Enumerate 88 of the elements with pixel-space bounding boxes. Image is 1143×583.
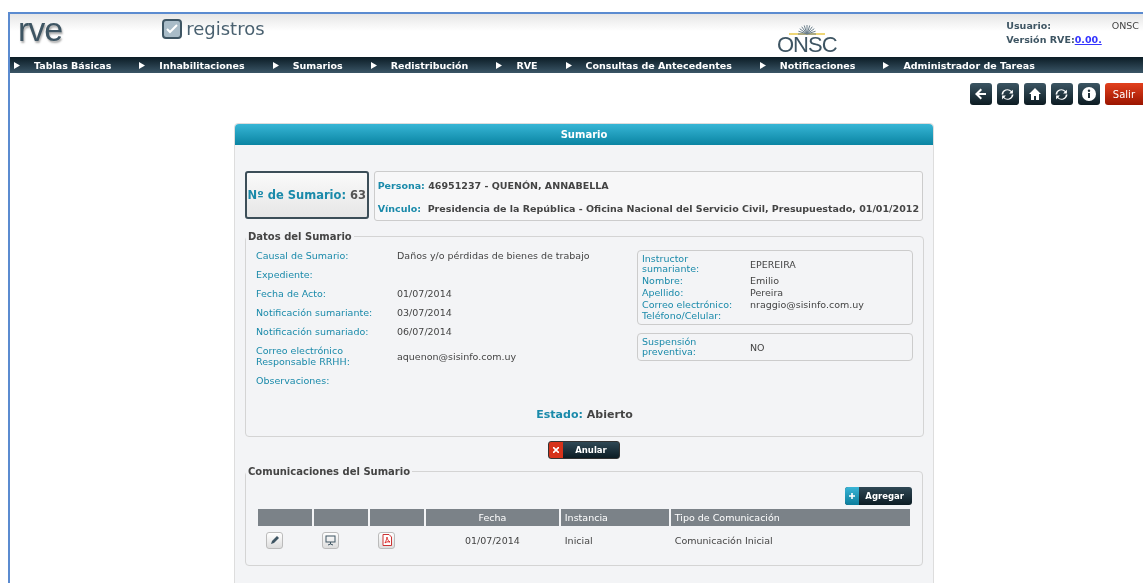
toolbar-button[interactable] xyxy=(1050,83,1073,105)
field-label: Suspensión preventiva: xyxy=(642,337,698,357)
menu-item[interactable]: Administrador de Tareas xyxy=(903,59,1035,71)
close-icon xyxy=(553,447,560,453)
plus-icon xyxy=(849,493,856,499)
menu-item[interactable]: RVE xyxy=(516,59,538,71)
field-value: 01/07/2014 xyxy=(397,288,453,299)
pdf-button[interactable] xyxy=(378,531,395,549)
toolbar-button[interactable] xyxy=(969,83,992,105)
column-header xyxy=(314,509,368,526)
play-icon xyxy=(759,61,766,69)
menu-item[interactable]: Redistribución xyxy=(390,59,469,71)
toolbar-button[interactable] xyxy=(996,83,1019,105)
field-label: Nombre: xyxy=(642,275,684,286)
toolbar-button[interactable] xyxy=(1077,83,1100,105)
user-label: Usuario: xyxy=(1006,20,1053,31)
play-icon xyxy=(496,61,503,69)
menu-item[interactable]: Sumarios xyxy=(292,59,343,71)
table-cell-text: 01/07/2014 xyxy=(464,533,521,548)
cancel-button[interactable]: Anular xyxy=(548,441,620,459)
section-title: Comunicaciones del Sumario xyxy=(247,466,412,477)
refresh-icon xyxy=(1055,87,1069,101)
field-value: 46951237 - QUENÓN, ANNABELLA xyxy=(428,180,609,191)
field-label: Observaciones: xyxy=(256,375,331,386)
field-value: EPEREIRA xyxy=(750,258,797,270)
column-header: Instancia xyxy=(560,509,669,526)
organization-logo: ONSC xyxy=(777,35,837,55)
table-cell-text: Inicial xyxy=(563,533,594,548)
logo: rve xyxy=(18,14,63,44)
column-header xyxy=(370,509,424,526)
field-value: 03/07/2014 xyxy=(397,307,453,318)
field-value: Emilio xyxy=(750,275,780,286)
menu-item[interactable]: Notificaciones xyxy=(779,59,856,71)
field-label: Correo electrónico: xyxy=(642,299,734,310)
case-number: Nº de Sumario: 63 xyxy=(245,171,369,219)
menu-item[interactable]: Consultas de Antecedentes xyxy=(585,59,732,71)
field-label: Teléfono/Celular: xyxy=(642,311,723,321)
field-label: Causal de Sumario: xyxy=(256,250,350,261)
column-header: Fecha xyxy=(426,509,559,526)
play-icon xyxy=(883,61,890,69)
status-value: Abierto xyxy=(586,408,633,421)
pencil-icon xyxy=(269,535,280,545)
play-icon xyxy=(272,61,279,69)
section-title: Datos del Sumario xyxy=(247,231,353,242)
toolbar-button[interactable] xyxy=(1023,83,1046,105)
play-icon xyxy=(14,61,20,69)
refresh-icon xyxy=(1001,87,1015,101)
exit-button[interactable]: Salir xyxy=(1104,83,1143,105)
field-label: Instructor sumariante: xyxy=(642,254,701,274)
home-icon xyxy=(1028,88,1041,100)
version-link[interactable]: 0.00. xyxy=(1074,34,1102,45)
field-label: Persona: xyxy=(377,180,425,191)
table-cell-text: Comunicación Inicial xyxy=(673,533,774,548)
user-name: ONSC xyxy=(1111,20,1139,31)
pdf-file-icon xyxy=(381,534,392,546)
field-label: Fecha de Acto: xyxy=(256,288,328,299)
checkbox-icon xyxy=(162,18,183,39)
field-label: Vínculo: xyxy=(377,203,421,214)
field-value: NO xyxy=(750,341,766,353)
version-label: Versión RVE: xyxy=(1006,34,1075,45)
column-header xyxy=(258,509,312,526)
view-button[interactable] xyxy=(322,531,339,549)
field-value: Pereira xyxy=(750,287,785,298)
menu-item[interactable]: Tablas Básicas xyxy=(34,59,112,71)
play-icon xyxy=(565,61,572,69)
column-header: Tipo de Comunicación xyxy=(670,509,910,526)
play-icon xyxy=(370,61,377,69)
field-label: Expediente: xyxy=(256,269,314,280)
menu-item[interactable]: Inhabilitaciones xyxy=(159,59,245,71)
status-label: Estado: xyxy=(536,408,583,421)
back-arrow-icon xyxy=(974,88,987,100)
play-icon xyxy=(139,61,146,69)
add-button[interactable]: Agregar xyxy=(845,487,912,505)
app-name: registros xyxy=(186,18,265,39)
field-label: Apellido: xyxy=(642,287,685,298)
edit-button[interactable] xyxy=(266,531,283,549)
field-label: Notificación sumariante: xyxy=(256,307,374,318)
field-label: Correo electrónico Responsable RRHH: xyxy=(256,345,351,367)
field-value: Presidencia de la República - Oficina Nacional del Servicio Civil, Presupuestado, 01/01/2012 xyxy=(427,203,919,214)
sun-emblem-icon xyxy=(786,23,827,35)
screen-icon xyxy=(325,534,336,546)
field-value: Daños y/o pérdidas de bienes de trabajo xyxy=(397,250,591,261)
field-value: nraggio@sisinfo.com.uy xyxy=(750,299,865,310)
panel-title: Sumario xyxy=(235,124,933,145)
field-value: 06/07/2014 xyxy=(397,326,453,337)
field-label: Notificación sumariado: xyxy=(256,326,370,337)
field-value: aquenon@sisinfo.com.uy xyxy=(397,350,518,362)
info-icon xyxy=(1081,87,1096,101)
